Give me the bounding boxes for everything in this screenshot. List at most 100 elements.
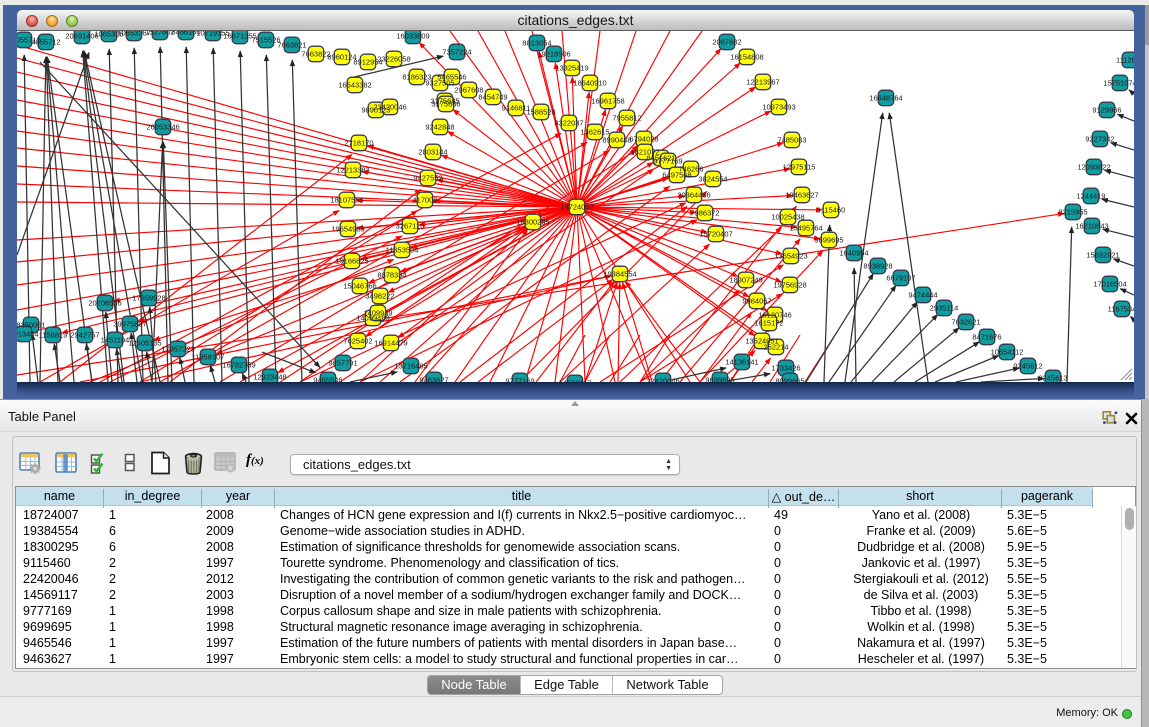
svg-text:9857791: 9857791 [328, 359, 357, 368]
svg-text:8099665: 8099665 [775, 377, 804, 383]
svg-text:12213383: 12213383 [336, 166, 369, 175]
svg-text:9245612: 9245612 [1013, 362, 1042, 371]
svg-text:12975115: 12975115 [783, 163, 816, 172]
svg-text:18724007: 18724007 [560, 203, 593, 212]
svg-text:19756928: 19756928 [773, 281, 806, 290]
svg-text:18300295: 18300295 [516, 218, 549, 227]
svg-text:16543382: 16543382 [338, 81, 371, 90]
svg-text:14136141: 14136141 [725, 358, 758, 367]
svg-text:22420046: 22420046 [646, 377, 679, 383]
svg-text:9245613: 9245613 [1038, 374, 1067, 383]
svg-text:2718170: 2718170 [344, 139, 373, 148]
svg-text:18907249: 18907249 [729, 276, 762, 285]
svg-text:12505135: 12505135 [128, 339, 161, 348]
svg-text:9115460: 9115460 [817, 206, 846, 215]
svg-text:9465546: 9465546 [313, 376, 342, 383]
svg-text:417006: 417006 [412, 196, 437, 205]
svg-text:16033809: 16033809 [396, 32, 429, 41]
svg-text:1167534: 1167534 [1108, 305, 1134, 314]
svg-text:7485063: 7485063 [777, 136, 806, 145]
svg-text:1640954: 1640954 [839, 249, 868, 258]
svg-text:17016504: 17016504 [1093, 280, 1126, 289]
svg-text:1244419: 1244419 [1076, 192, 1105, 201]
svg-text:9777169: 9777169 [505, 377, 534, 383]
svg-text:6679197: 6679197 [886, 274, 915, 283]
svg-text:5465546: 5465546 [437, 73, 466, 82]
svg-text:11353594: 11353594 [386, 246, 419, 255]
svg-text:23420046: 23420046 [373, 103, 406, 112]
svg-text:18640910: 18640910 [573, 79, 606, 88]
svg-text:9699695: 9699695 [814, 236, 843, 245]
svg-text:13654923: 13654923 [774, 252, 807, 261]
svg-text:10973493: 10973493 [762, 103, 795, 112]
svg-text:9242848: 9242848 [425, 123, 454, 132]
svg-text:3824554: 3824554 [698, 175, 727, 184]
svg-text:7955812: 7955812 [612, 114, 641, 123]
svg-text:19654985: 19654985 [331, 225, 364, 234]
svg-text:9084067: 9084067 [742, 297, 771, 306]
svg-text:16210643: 16210643 [1075, 222, 1108, 231]
svg-text:7625402: 7625402 [343, 337, 372, 346]
svg-text:3175686: 3175686 [431, 100, 460, 109]
svg-text:1112853: 1112853 [1116, 56, 1134, 65]
svg-text:9427552: 9427552 [413, 174, 442, 183]
svg-text:7515526: 7515526 [251, 36, 280, 45]
svg-text:9699695: 9699695 [705, 376, 734, 383]
svg-text:7357224: 7357224 [442, 48, 471, 57]
svg-text:12923448: 12923448 [253, 373, 286, 382]
svg-text:2942757: 2942757 [70, 331, 99, 340]
svg-text:9129966: 9129966 [1092, 106, 1121, 115]
svg-text:8960124: 8960124 [327, 53, 356, 62]
svg-text:1527602: 1527602 [145, 31, 174, 37]
svg-text:20364436: 20364436 [677, 191, 710, 200]
svg-text:7663822: 7663822 [301, 50, 330, 59]
svg-text:8454749: 8454749 [478, 93, 507, 102]
svg-text:19218506: 19218506 [537, 50, 570, 59]
svg-text:23226058: 23226058 [377, 55, 410, 64]
svg-text:252214: 252214 [763, 343, 788, 352]
svg-text:16154808: 16154808 [730, 53, 763, 62]
svg-text:26053346: 26053346 [146, 123, 179, 132]
svg-text:1588520: 1588520 [526, 108, 555, 117]
svg-text:7632621: 7632621 [951, 318, 980, 327]
svg-text:8878334: 8878334 [377, 271, 406, 280]
svg-text:13325419: 13325419 [555, 64, 588, 73]
svg-text:19384554: 19384554 [603, 270, 636, 279]
svg-text:1409949: 1409949 [363, 309, 392, 318]
svg-text:16648764: 16648764 [869, 94, 902, 103]
svg-text:4055712: 4055712 [31, 38, 60, 47]
svg-text:6794028: 6794028 [629, 135, 658, 144]
svg-text:7986372: 7986372 [690, 209, 719, 218]
svg-text:2935114: 2935114 [930, 304, 959, 313]
svg-text:15046766: 15046766 [343, 282, 376, 291]
svg-text:12213967: 12213967 [746, 78, 779, 87]
svg-text:9463627: 9463627 [419, 376, 448, 383]
svg-text:1615172: 1615172 [754, 319, 783, 328]
svg-text:12093822: 12093822 [1077, 163, 1110, 172]
svg-text:11958107: 11958107 [192, 353, 225, 362]
svg-text:16782759: 16782759 [222, 361, 255, 370]
svg-text:2087682: 2087682 [712, 38, 741, 47]
svg-text:8215955: 8215955 [1058, 208, 1087, 217]
svg-text:8350061: 8350061 [17, 321, 46, 330]
svg-text:17957223: 17957223 [161, 345, 194, 354]
svg-text:3913454: 3913454 [17, 330, 39, 339]
svg-text:9227342: 9227342 [1085, 135, 1114, 144]
svg-text:15751074: 15751074 [1103, 79, 1134, 88]
svg-text:1451194: 1451194 [101, 336, 130, 345]
svg-text:3267110: 3267110 [396, 222, 425, 231]
svg-text:8471676: 8471676 [972, 333, 1001, 342]
svg-text:8322037: 8322037 [554, 119, 583, 128]
svg-text:1156819: 1156819 [39, 331, 68, 340]
svg-text:14569117: 14569117 [559, 379, 592, 383]
svg-text:15720407: 15720407 [699, 230, 732, 239]
svg-text:20206536: 20206536 [88, 299, 121, 308]
svg-text:17359928: 17359928 [132, 294, 165, 303]
svg-text:1733426: 1733426 [771, 364, 800, 373]
svg-text:9474444: 9474444 [908, 291, 937, 300]
svg-text:6497568: 6497568 [662, 171, 691, 180]
svg-text:18107553: 18107553 [330, 196, 363, 205]
svg-text:10025438: 10025438 [771, 213, 804, 222]
svg-text:8813054: 8813054 [522, 39, 551, 48]
svg-text:8938928: 8938928 [863, 262, 892, 271]
